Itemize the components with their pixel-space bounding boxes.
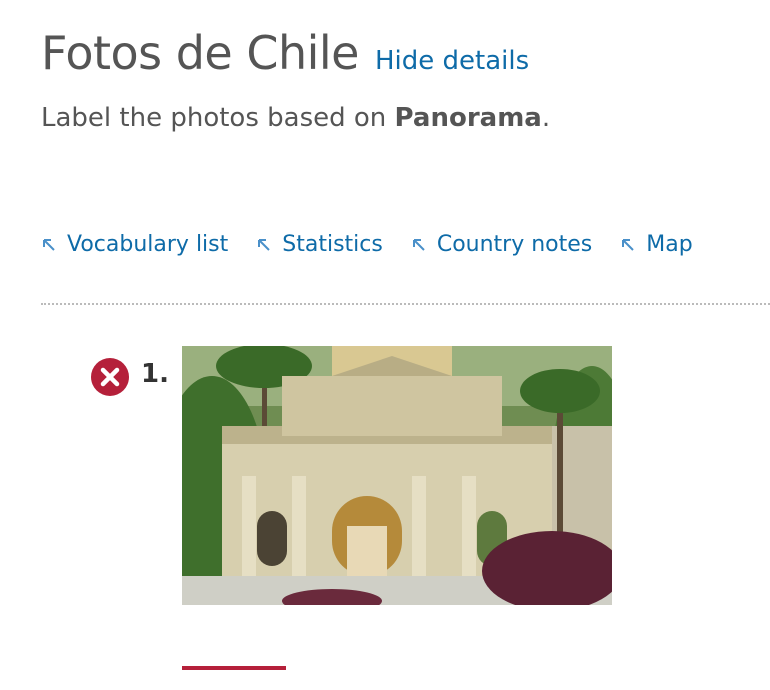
instruction-bold: Panorama (394, 103, 542, 133)
page-title: Fotos de Chile (41, 26, 360, 80)
map-label: Map (646, 232, 693, 257)
answer-input-line[interactable] (182, 666, 286, 670)
arrow-up-left-icon (258, 238, 270, 251)
country-notes-label: Country notes (436, 232, 593, 257)
statistics-link[interactable]: Statistics (256, 232, 383, 257)
map-link[interactable]: Map (620, 232, 693, 257)
statistics-label: Statistics (282, 232, 383, 257)
arrow-up-left-icon (622, 238, 634, 251)
resource-links: Vocabulary list Statistics Country notes… (41, 232, 721, 257)
vocabulary-list-label: Vocabulary list (67, 232, 229, 257)
page-header: Fotos de Chile Hide details (41, 26, 529, 80)
question-photo (182, 346, 612, 605)
arrow-up-left-icon (412, 238, 425, 251)
hide-details-link[interactable]: Hide details (375, 46, 529, 76)
instruction-prefix: Label the photos based on (41, 103, 395, 133)
instruction-suffix: . (541, 103, 551, 133)
vocabulary-list-link[interactable]: Vocabulary list (41, 232, 228, 257)
palace-photo-illustration (182, 346, 612, 605)
country-notes-link[interactable]: Country notes (411, 232, 592, 257)
instruction-text: Label the photos based on Panorama. (41, 103, 550, 133)
section-divider (41, 303, 770, 305)
arrow-up-left-icon (43, 238, 55, 251)
question-number: 1. (141, 359, 169, 389)
x-circle-icon (91, 358, 129, 396)
